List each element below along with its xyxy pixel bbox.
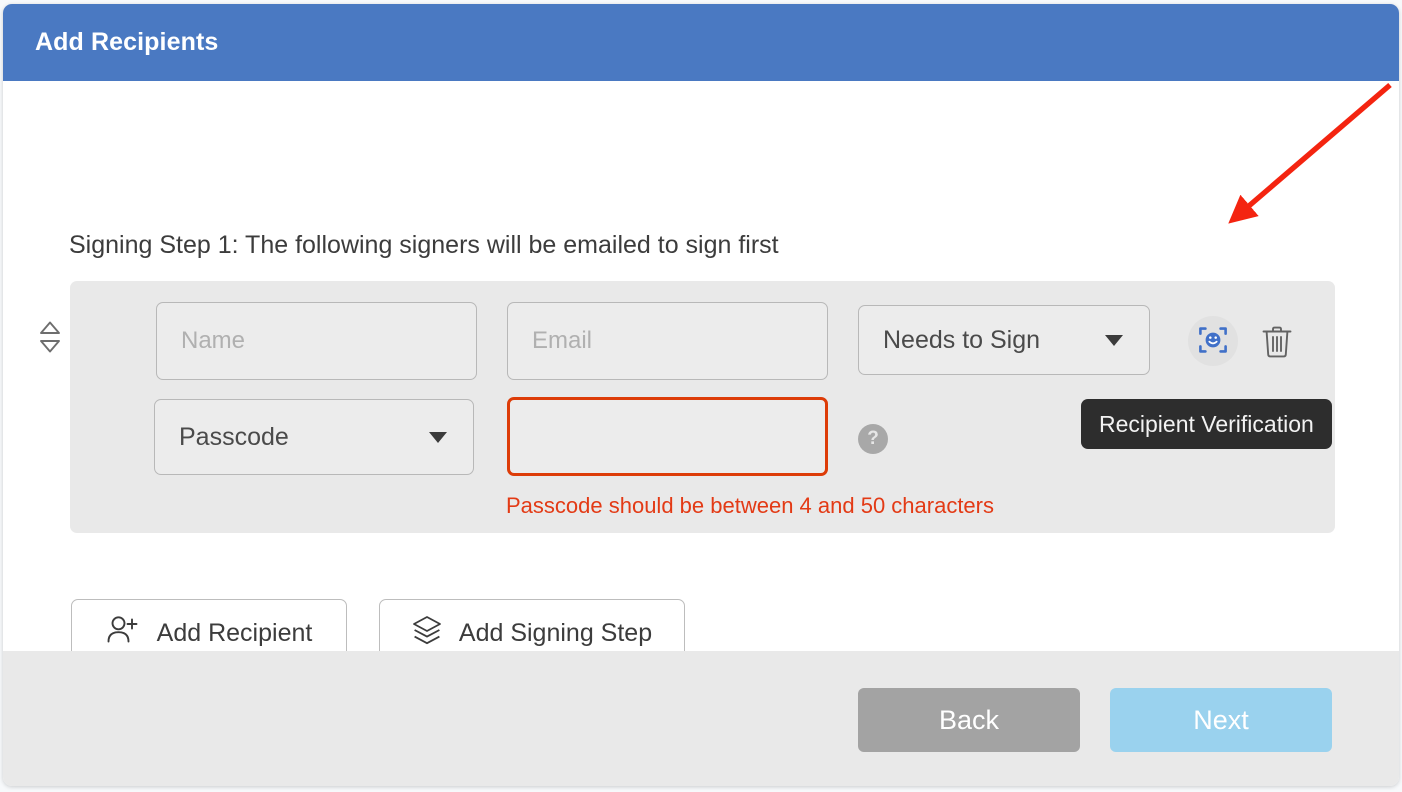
delete-recipient-button[interactable] (1255, 319, 1299, 365)
recipient-role-select[interactable]: Needs to Sign (858, 305, 1150, 375)
recipient-verification-tooltip: Recipient Verification (1081, 399, 1332, 449)
trash-icon (1261, 323, 1293, 362)
recipient-email-input[interactable] (507, 302, 828, 380)
face-scan-verification-icon (1197, 324, 1229, 359)
user-plus-icon (106, 614, 140, 653)
dialog-body: Signing Step 1: The following signers wi… (3, 81, 1399, 667)
add-recipient-label: Add Recipient (156, 618, 313, 647)
back-button[interactable]: Back (858, 688, 1080, 752)
screenshot-root: Add Recipients Signing Step 1: The follo… (0, 0, 1402, 792)
recipient-auth-method-select[interactable]: Passcode (154, 399, 474, 475)
recipient-verification-button[interactable] (1188, 316, 1238, 366)
dialog-footer: Back Next (3, 651, 1399, 786)
signing-step-heading: Signing Step 1: The following signers wi… (69, 231, 779, 259)
layers-stack-icon (412, 614, 442, 653)
question-mark-icon[interactable]: ? (858, 424, 888, 454)
reorder-recipient-handle[interactable] (36, 319, 64, 359)
chevron-down-icon (1105, 334, 1123, 346)
next-button[interactable]: Next (1110, 688, 1332, 752)
sort-up-down-icon (38, 320, 62, 359)
dialog-header: Add Recipients (3, 4, 1399, 81)
passcode-error-message: Passcode should be between 4 and 50 char… (506, 493, 994, 518)
dialog-title: Add Recipients (35, 28, 219, 56)
add-signing-step-label: Add Signing Step (458, 618, 653, 647)
recipient-passcode-input[interactable] (507, 397, 828, 476)
recipient-role-value: Needs to Sign (883, 325, 1041, 354)
add-recipients-dialog: Add Recipients Signing Step 1: The follo… (3, 4, 1399, 786)
chevron-down-icon (429, 431, 447, 443)
recipient-auth-method-value: Passcode (179, 422, 289, 451)
recipient-name-input[interactable] (156, 302, 477, 380)
